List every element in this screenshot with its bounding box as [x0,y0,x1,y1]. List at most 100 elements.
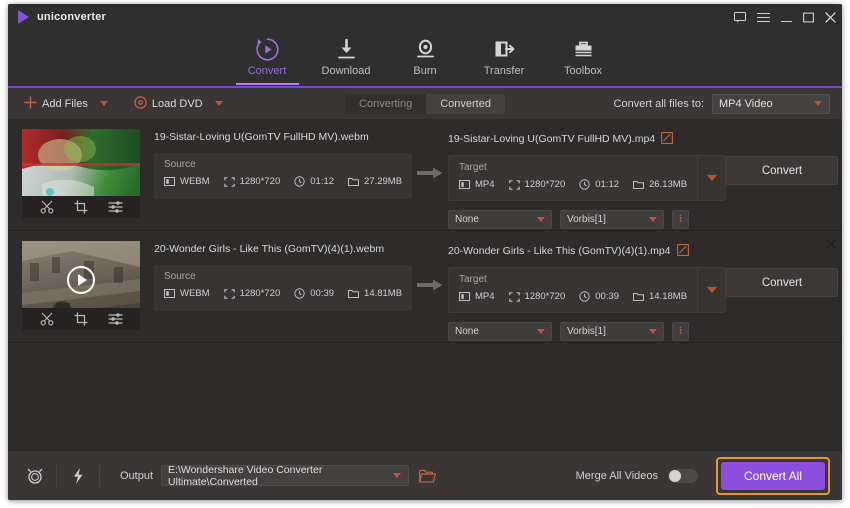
source-file-name: 20-Wonder Girls - Like This (GomTV)(4)(1… [154,243,412,255]
lightning-bolt-icon[interactable] [63,461,93,491]
source-label: Source [164,271,402,282]
nav-label-download: Download [322,65,371,77]
download-icon [335,36,358,62]
arrow-right-icon [417,279,443,291]
source-info-card: Source WEBM 1280*720 01:12 [154,153,412,199]
action-toolbar: Add Files Load DVD Converting Converted … [8,88,842,119]
clock-icon [294,176,305,187]
menu-icon[interactable] [757,12,770,23]
play-button[interactable] [67,266,95,294]
audio-track-select[interactable]: Vorbis[1] [560,322,664,341]
thumbnail-tools [22,308,140,330]
convert-button[interactable]: Convert [726,156,838,185]
video-thumbnail[interactable] [22,241,140,330]
audio-track-value: Vorbis[1] [567,214,606,225]
merge-all-videos-toggle[interactable] [668,469,698,483]
nav-tab-download[interactable]: Download [307,30,386,77]
target-format: MP4 [459,179,495,190]
output-format-select[interactable]: MP4 Video [712,94,830,114]
tab-converted[interactable]: Converted [426,94,505,114]
subtitle-track-select[interactable]: None [448,322,552,341]
nav-tab-convert[interactable]: Convert [228,30,307,77]
add-files-caret-icon[interactable] [100,101,108,106]
clock-icon [579,291,590,302]
source-label: Source [164,159,402,170]
source-column: 19-Sistar-Loving U(GomTV FullHD MV).webm… [140,129,412,230]
audio-track-select[interactable]: Vorbis[1] [560,210,664,229]
nav-label-transfer: Transfer [484,65,525,77]
source-column: 20-Wonder Girls - Like This (GomTV)(4)(1… [140,241,412,342]
conversion-arrow [412,129,448,230]
source-resolution: 1280*720 [224,288,281,299]
application-window: uniconverter [8,4,842,500]
target-settings-dropdown[interactable] [697,155,726,201]
nav-label-toolbox: Toolbox [564,65,602,77]
load-dvd-label: Load DVD [152,98,203,110]
toolbox-icon [572,36,595,62]
subtitle-track-select[interactable]: None [448,210,552,229]
target-resolution: 1280*720 [509,179,566,190]
video-file-icon [459,292,470,301]
chevron-down-icon [649,329,657,334]
tab-converting[interactable]: Converting [345,94,426,114]
plus-icon [24,96,37,112]
output-path-input[interactable]: E:\Wondershare Video Converter Ultimate\… [161,465,409,486]
app-name: uniconverter [37,11,106,23]
rename-icon[interactable] [661,132,673,144]
video-thumbnail[interactable] [22,129,140,218]
convert-all-files-to-label: Convert all files to: [614,98,704,110]
nav-label-convert: Convert [248,65,287,77]
clock-icon [579,179,590,190]
target-settings-dropdown[interactable] [697,267,726,313]
target-file-name: 20-Wonder Girls - Like This (GomTV)(4)(1… [448,245,671,257]
effect-icon[interactable] [108,312,123,326]
chevron-down-icon [814,101,822,106]
clock-icon [294,288,305,299]
convert-all-button[interactable]: Convert All [721,462,825,490]
nav-tab-toolbox[interactable]: Toolbox [544,30,623,77]
target-size: 14.18MB [633,291,687,302]
subtitle-track-value: None [455,326,479,337]
status-tabs: Converting Converted [345,94,505,114]
target-duration: 00:39 [579,291,619,302]
folder-icon [633,180,644,189]
rename-icon[interactable] [677,244,689,256]
open-folder-icon[interactable] [419,469,436,483]
audio-track-value: Vorbis[1] [567,326,606,337]
close-icon[interactable] [825,12,836,23]
target-info-card: Target MP4 1280*720 [448,267,697,313]
resolution-icon [224,177,235,187]
alarm-clock-icon[interactable] [20,461,50,491]
burn-icon [414,36,437,62]
chevron-down-icon [649,217,657,222]
effect-icon[interactable] [108,200,123,214]
video-file-icon [459,180,470,189]
chevron-down-icon [537,217,545,222]
info-icon[interactable]: i [672,322,689,341]
chevron-down-icon [537,329,545,334]
feedback-icon[interactable] [734,12,746,23]
load-dvd-button[interactable]: Load DVD [130,93,227,115]
source-info-card: Source WEBM 1280*720 00:39 [154,265,412,311]
remove-file-icon[interactable] [824,237,838,251]
divider [56,465,57,487]
trim-icon[interactable] [40,200,54,214]
crop-icon[interactable] [74,200,88,214]
trim-icon[interactable] [40,312,54,326]
minimize-icon[interactable] [781,12,792,23]
nav-tab-transfer[interactable]: Transfer [465,30,544,77]
crop-icon[interactable] [74,312,88,326]
load-dvd-caret-icon[interactable] [215,101,223,106]
nav-tab-burn[interactable]: Burn [386,30,465,77]
info-icon[interactable]: i [672,210,689,229]
chevron-down-icon[interactable] [393,473,401,478]
source-size: 27.29MB [348,176,402,187]
convert-all-highlight: Convert All [716,457,830,495]
convert-button[interactable]: Convert [726,268,838,297]
resolution-icon [509,292,520,302]
file-list: 19-Sistar-Loving U(GomTV FullHD MV).webm… [8,119,842,450]
maximize-icon[interactable] [803,12,814,23]
add-files-button[interactable]: Add Files [20,93,112,115]
source-duration: 01:12 [294,176,334,187]
source-resolution: 1280*720 [224,176,281,187]
